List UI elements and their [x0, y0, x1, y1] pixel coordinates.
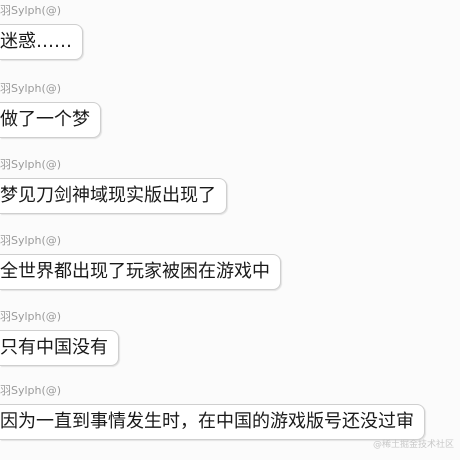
sender-name: 羽Sylph(@): [0, 82, 62, 95]
message-bubble[interactable]: 迷惑……: [0, 24, 83, 60]
chat-message: 羽Sylph(@) 只有中国没有: [0, 310, 119, 366]
chat-message: 羽Sylph(@) 因为一直到事情发生时，在中国的游戏版号还没过审: [0, 384, 425, 440]
sender-name: 羽Sylph(@): [0, 310, 62, 323]
chat-message: 羽Sylph(@) 做了一个梦: [0, 82, 101, 138]
message-bubble[interactable]: 因为一直到事情发生时，在中国的游戏版号还没过审: [0, 404, 425, 440]
chat-message: 羽Sylph(@) 梦见刀剑神域现实版出现了: [0, 158, 227, 214]
sender-name: 羽Sylph(@): [0, 384, 62, 397]
message-bubble[interactable]: 做了一个梦: [0, 102, 101, 138]
chat-message: 羽Sylph(@) 全世界都出现了玩家被困在游戏中: [0, 234, 281, 290]
sender-name: 羽Sylph(@): [0, 158, 62, 171]
watermark: @稀土掘金技术社区: [372, 440, 454, 450]
chat-window: 羽Sylph(@) 迷惑…… 羽Sylph(@) 做了一个梦 羽Sylph(@)…: [0, 0, 460, 460]
sender-name: 羽Sylph(@): [0, 4, 62, 17]
message-bubble[interactable]: 只有中国没有: [0, 330, 119, 366]
sender-name: 羽Sylph(@): [0, 234, 62, 247]
message-bubble[interactable]: 全世界都出现了玩家被困在游戏中: [0, 254, 281, 290]
message-bubble[interactable]: 梦见刀剑神域现实版出现了: [0, 178, 227, 214]
chat-message: 羽Sylph(@) 迷惑……: [0, 4, 83, 60]
